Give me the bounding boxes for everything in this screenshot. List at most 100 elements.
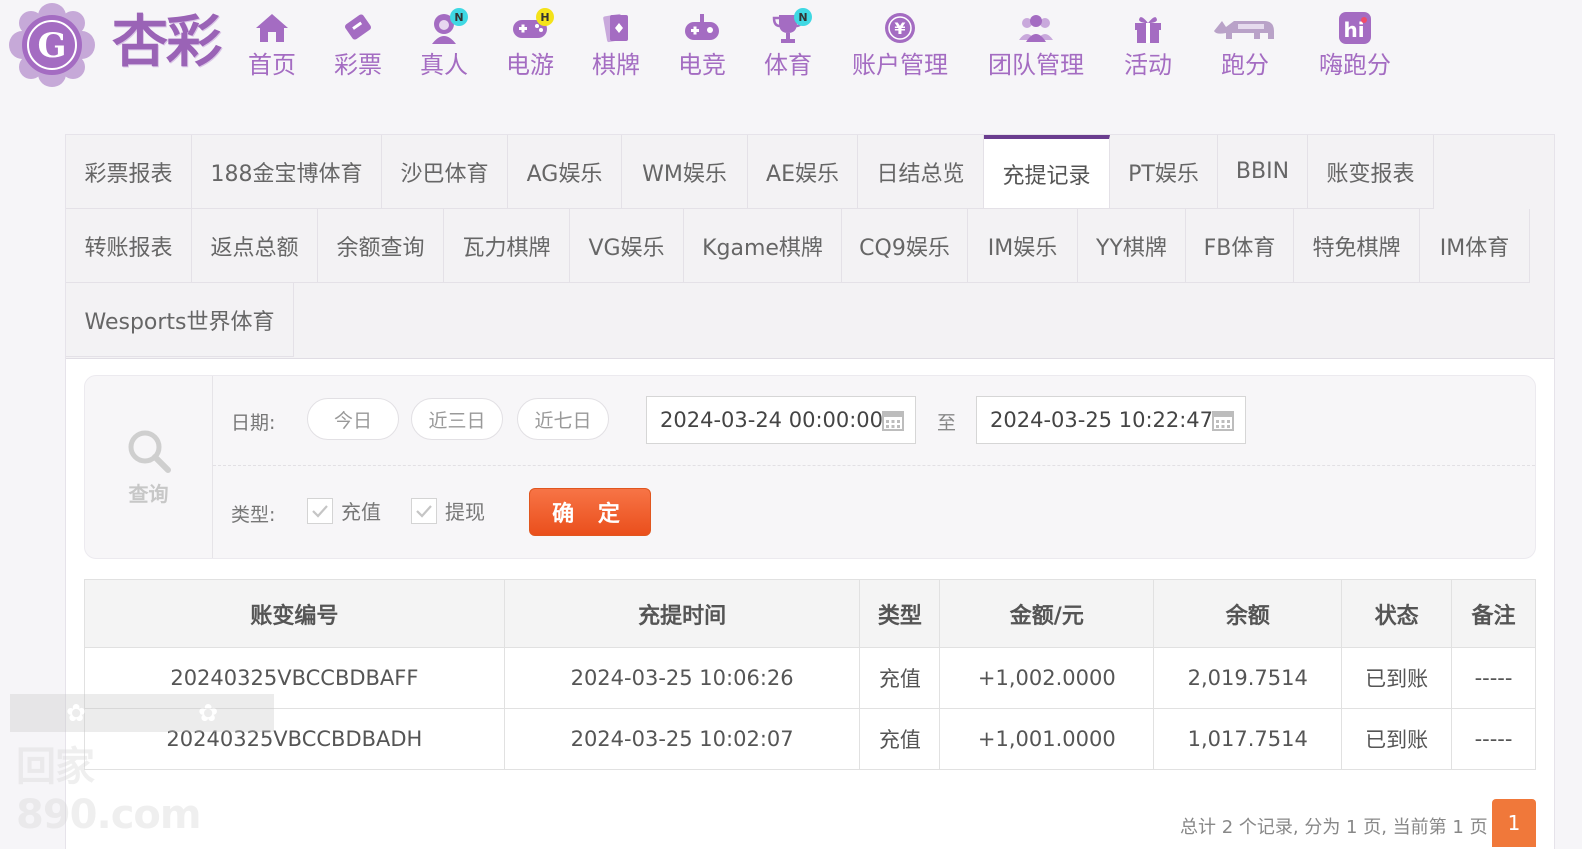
- query-side-label: 查询: [128, 481, 169, 506]
- tab-temian-cards[interactable]: 特免棋牌: [1294, 209, 1420, 283]
- nav-team[interactable]: 团队管理: [988, 8, 1084, 88]
- tab-lottery-report[interactable]: 彩票报表: [66, 135, 192, 209]
- tab-kgame-cards[interactable]: Kgame棋牌: [684, 209, 842, 283]
- brand-name: 杏彩: [112, 10, 222, 75]
- rhino-icon: [1212, 8, 1278, 48]
- nav-sports[interactable]: N 体育: [764, 8, 812, 88]
- col-status: 状态: [1341, 579, 1453, 648]
- tab-transfer-report[interactable]: 转账报表: [66, 209, 192, 283]
- flower-icon: ✿: [197, 699, 219, 727]
- withdraw-checkbox[interactable]: 提现: [411, 496, 485, 525]
- nav-score-run[interactable]: 跑分: [1212, 8, 1278, 88]
- nav-slots[interactable]: H 电游: [506, 8, 554, 88]
- start-date-value: 2024-03-24 00:00:00: [660, 408, 884, 432]
- record-balance: 2,019.7514: [1153, 647, 1343, 709]
- report-tabs: 彩票报表 188金宝博体育 沙巴体育 AG娱乐 WM娱乐 AE娱乐 日结总览 充…: [66, 135, 1554, 359]
- tab-im-casino[interactable]: IM娱乐: [968, 209, 1078, 283]
- flower-icon: ✿: [65, 699, 87, 727]
- tab-im-sports[interactable]: IM体育: [1420, 209, 1530, 283]
- logo-emblem-icon: G: [9, 3, 95, 87]
- deposit-checkbox[interactable]: 充值: [307, 496, 381, 525]
- confirm-button[interactable]: 确 定: [529, 488, 651, 536]
- record-balance: 1,017.7514: [1153, 708, 1343, 770]
- live-dealer-icon: N: [422, 8, 468, 48]
- lottery-ticket-icon: [336, 8, 380, 48]
- date-label: 日期:: [231, 412, 276, 434]
- esports-controller-icon: [680, 8, 724, 48]
- tab-deposit-withdraw-records[interactable]: 充提记录: [984, 135, 1110, 209]
- site-watermark: ✿ ✿ 回家890.com: [10, 694, 274, 838]
- tab-fb-sports[interactable]: FB体育: [1186, 209, 1294, 283]
- today-button[interactable]: 今日: [307, 398, 399, 440]
- last-7-days-button[interactable]: 近七日: [517, 398, 609, 440]
- tab-account-change-report[interactable]: 账变报表: [1308, 135, 1434, 209]
- nav-live[interactable]: N 真人: [420, 8, 468, 88]
- records-panel: 彩票报表 188金宝博体育 沙巴体育 AG娱乐 WM娱乐 AE娱乐 日结总览 充…: [65, 134, 1555, 849]
- col-amount: 金额/元: [939, 579, 1155, 648]
- nav-home[interactable]: 首页: [248, 8, 296, 88]
- nav-esports[interactable]: 电竞: [678, 8, 726, 88]
- tab-ae-casino[interactable]: AE娱乐: [748, 135, 858, 209]
- tab-balance-query[interactable]: 余额查询: [318, 209, 444, 283]
- playing-cards-icon: [594, 8, 638, 48]
- date-row: 日期: 今日 近三日 近七日 2024-03-24 00:00:00 至 202…: [213, 376, 1535, 466]
- record-time: 2024-03-25 10:02:07: [503, 708, 861, 770]
- tab-188bet-sports[interactable]: 188金宝博体育: [192, 135, 382, 209]
- record-amount: +1,001.0000: [939, 708, 1155, 770]
- tab-ag-casino[interactable]: AG娱乐: [508, 135, 622, 209]
- to-label: 至: [937, 412, 957, 434]
- nav-lottery[interactable]: 彩票: [334, 8, 382, 88]
- table-row: 20240325VBCCBDBADH 2024-03-25 10:02:07 充…: [84, 708, 1536, 770]
- tab-saba-sports[interactable]: 沙巴体育: [382, 135, 508, 209]
- hot-badge: H: [536, 8, 554, 26]
- tab-cq9-casino[interactable]: CQ9娱乐: [842, 209, 968, 283]
- tab-bbin[interactable]: BBIN: [1218, 135, 1308, 209]
- gift-icon: [1126, 8, 1170, 48]
- type-label: 类型:: [231, 504, 276, 526]
- tab-daily-summary[interactable]: 日结总览: [858, 135, 984, 209]
- col-note: 备注: [1451, 579, 1536, 648]
- col-type: 类型: [859, 579, 941, 648]
- nav-cards[interactable]: 棋牌: [592, 8, 640, 88]
- tab-rebate-total[interactable]: 返点总额: [192, 209, 318, 283]
- checkbox-checked-icon: [307, 497, 333, 524]
- record-note: -----: [1451, 708, 1536, 770]
- trophy-icon: N: [766, 8, 812, 48]
- tab-wesports[interactable]: Wesports世界体育: [66, 283, 294, 357]
- team-icon: [1014, 8, 1058, 48]
- calendar-icon[interactable]: [881, 408, 905, 432]
- end-date-value: 2024-03-25 10:22:47: [990, 408, 1214, 432]
- brand-logo[interactable]: G 杏彩: [8, 2, 238, 88]
- tab-yy-cards[interactable]: YY棋牌: [1078, 209, 1186, 283]
- page-button-current[interactable]: 1: [1492, 799, 1536, 847]
- type-row: 类型: 充值 提现 确 定: [213, 466, 1535, 558]
- tab-wali-cards[interactable]: 瓦力棋牌: [444, 209, 570, 283]
- nav-account[interactable]: ¥ 账户管理: [852, 8, 948, 88]
- start-date-input[interactable]: 2024-03-24 00:00:00: [646, 396, 916, 444]
- record-time: 2024-03-25 10:06:26: [503, 647, 861, 709]
- svg-text:G: G: [37, 26, 66, 66]
- top-header: G 杏彩 首页 彩票 N 真人 H 电游 棋牌 电竞 N 体育 ¥ 账户管理 团…: [0, 0, 1582, 100]
- tab-wm-casino[interactable]: WM娱乐: [622, 135, 748, 209]
- query-side-panel: 查询: [85, 376, 213, 558]
- record-note: -----: [1451, 647, 1536, 709]
- nav-hi-score[interactable]: hi 嗨跑分: [1318, 8, 1392, 88]
- col-record-id: 账变编号: [84, 579, 505, 648]
- tab-vg-casino[interactable]: VG娱乐: [570, 209, 684, 283]
- gamepad-icon: H: [508, 8, 554, 48]
- nav-promotions[interactable]: 活动: [1124, 8, 1172, 88]
- hi-app-icon: hi: [1333, 8, 1377, 48]
- record-type: 充值: [859, 647, 941, 709]
- watermark-text: 回家890.com: [16, 744, 202, 838]
- last-3-days-button[interactable]: 近三日: [411, 398, 503, 440]
- tab-pt-casino[interactable]: PT娱乐: [1110, 135, 1218, 209]
- record-status: 已到账: [1341, 708, 1453, 770]
- record-amount: +1,002.0000: [939, 647, 1155, 709]
- search-icon: [128, 430, 171, 473]
- new-badge: N: [794, 8, 812, 26]
- calendar-icon[interactable]: [1211, 408, 1235, 432]
- end-date-input[interactable]: 2024-03-25 10:22:47: [976, 396, 1246, 444]
- checkbox-checked-icon: [411, 497, 437, 524]
- svg-text:¥: ¥: [894, 19, 905, 38]
- pagination-summary: 总计 2 个记录, 分为 1 页, 当前第 1 页: [1180, 817, 1488, 838]
